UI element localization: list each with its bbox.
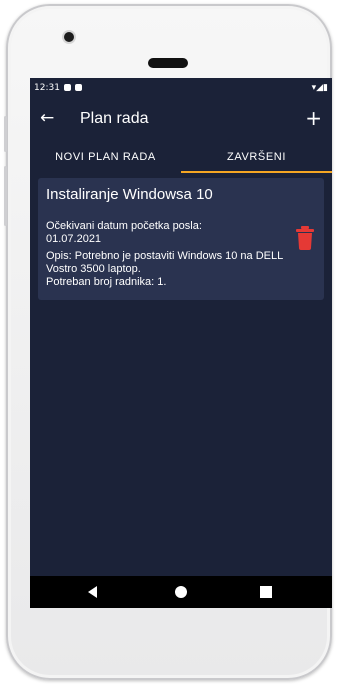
card-date-value: 01.07.2021	[46, 233, 102, 245]
status-bar: 12:31 ▾◢▮	[30, 78, 332, 100]
tab-bar: NOVI PLAN RADA ZAVRŠENI	[30, 140, 332, 174]
page-title: Plan rada	[80, 110, 149, 127]
tab-novi-plan-rada[interactable]: NOVI PLAN RADA	[30, 140, 181, 174]
card-workers: Potreban broj radnika: 1.	[46, 276, 167, 288]
back-triangle-icon[interactable]	[88, 586, 97, 598]
plan-card[interactable]: Instaliranje Windowsa 10 Očekivani datum…	[38, 178, 324, 300]
camera-icon	[64, 32, 74, 42]
tab-label: NOVI PLAN RADA	[55, 151, 156, 163]
add-button[interactable]: +	[305, 106, 322, 130]
trash-icon[interactable]	[296, 226, 314, 250]
tab-zavrseni[interactable]: ZAVRŠENI	[181, 140, 332, 174]
card-title: Instaliranje Windowsa 10	[46, 186, 213, 203]
card-description: Opis: Potrebno je postaviti Windows 10 n…	[46, 250, 283, 275]
notification-icon	[75, 84, 82, 91]
notification-icon	[64, 84, 71, 91]
recents-square-icon[interactable]	[260, 586, 272, 598]
side-button	[4, 116, 7, 152]
side-button	[4, 166, 7, 226]
app-bar: ← Plan rada +	[30, 100, 332, 140]
speaker	[148, 58, 188, 68]
arrow-left-icon[interactable]: ←	[40, 108, 54, 128]
home-circle-icon[interactable]	[175, 586, 187, 598]
phone-chin	[22, 608, 316, 668]
tab-label: ZAVRŠENI	[227, 151, 286, 163]
card-date-label: Očekivani datum početka posla:	[46, 220, 202, 232]
navigation-bar	[30, 576, 332, 608]
status-icons: ▾◢▮	[311, 83, 328, 93]
tab-indicator	[181, 171, 332, 173]
status-time: 12:31	[34, 83, 60, 93]
screen: 12:31 ▾◢▮ ← Plan rada + NOVI PLAN RADA Z…	[30, 78, 332, 608]
